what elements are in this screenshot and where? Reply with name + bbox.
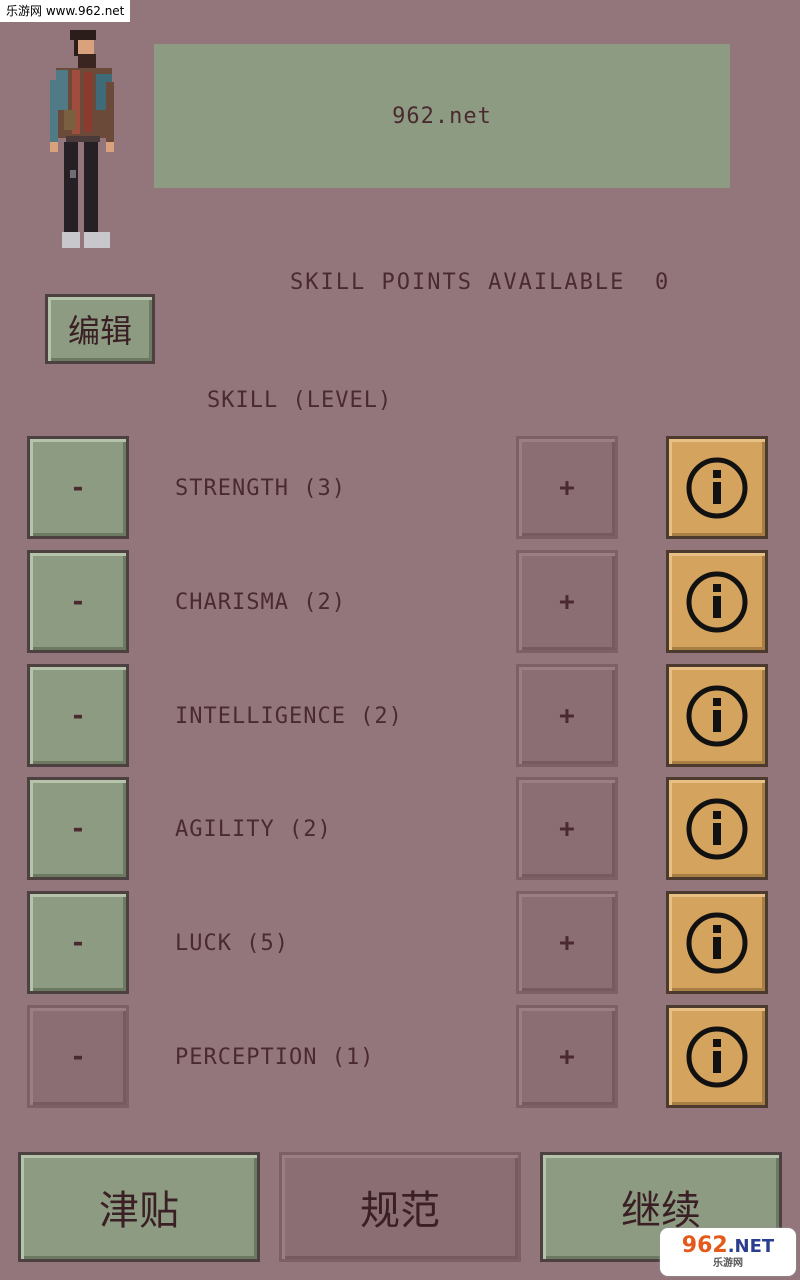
site-logo: 962.NET 乐游网 bbox=[660, 1228, 796, 1276]
skill-label-agility: AGILITY (2) bbox=[175, 817, 332, 842]
character-name-text: 962.net bbox=[392, 103, 492, 129]
decrease-agility-button[interactable]: - bbox=[27, 777, 129, 880]
perks-button[interactable]: 津贴 bbox=[18, 1152, 260, 1262]
edit-button[interactable]: 编辑 bbox=[45, 294, 155, 364]
decrease-charisma-button[interactable]: - bbox=[27, 550, 129, 653]
info-icon bbox=[686, 685, 748, 746]
info-intelligence-button[interactable] bbox=[666, 664, 768, 767]
info-icon bbox=[686, 798, 748, 859]
skill-header: SKILL (LEVEL) bbox=[207, 388, 393, 413]
info-charisma-button[interactable] bbox=[666, 550, 768, 653]
increase-strength-button[interactable]: + bbox=[516, 436, 618, 539]
increase-charisma-button[interactable]: + bbox=[516, 550, 618, 653]
increase-agility-button[interactable]: + bbox=[516, 777, 618, 880]
decrease-intelligence-button[interactable]: - bbox=[27, 664, 129, 767]
skill-label-intelligence: INTELLIGENCE (2) bbox=[175, 704, 403, 729]
increase-luck-button[interactable]: + bbox=[516, 891, 618, 994]
info-perception-button[interactable] bbox=[666, 1005, 768, 1108]
increase-perception-button[interactable]: + bbox=[516, 1005, 618, 1108]
skill-points-label: SKILL POINTS AVAILABLE bbox=[290, 270, 626, 295]
character-name-box[interactable]: 962.net bbox=[154, 44, 730, 188]
info-icon bbox=[686, 571, 748, 632]
info-icon bbox=[686, 1026, 748, 1087]
info-icon bbox=[686, 912, 748, 973]
decrease-strength-button[interactable]: - bbox=[27, 436, 129, 539]
increase-intelligence-button[interactable]: + bbox=[516, 664, 618, 767]
decrease-perception-button[interactable]: - bbox=[27, 1005, 129, 1108]
info-strength-button[interactable] bbox=[666, 436, 768, 539]
edit-button-label: 编辑 bbox=[67, 312, 132, 350]
skill-label-perception: PERCEPTION (1) bbox=[175, 1045, 375, 1070]
character-avatar bbox=[50, 30, 114, 248]
info-luck-button[interactable] bbox=[666, 891, 768, 994]
skill-points-value: 0 bbox=[655, 270, 669, 295]
watermark: 乐游网 www.962.net bbox=[0, 0, 131, 22]
skill-label-charisma: CHARISMA (2) bbox=[175, 590, 346, 615]
skill-label-luck: LUCK (5) bbox=[175, 931, 289, 956]
skill-label-strength: STRENGTH (3) bbox=[175, 476, 346, 501]
info-icon bbox=[686, 457, 748, 518]
info-agility-button[interactable] bbox=[666, 777, 768, 880]
decrease-luck-button[interactable]: - bbox=[27, 891, 129, 994]
specs-button[interactable]: 规范 bbox=[279, 1152, 521, 1262]
